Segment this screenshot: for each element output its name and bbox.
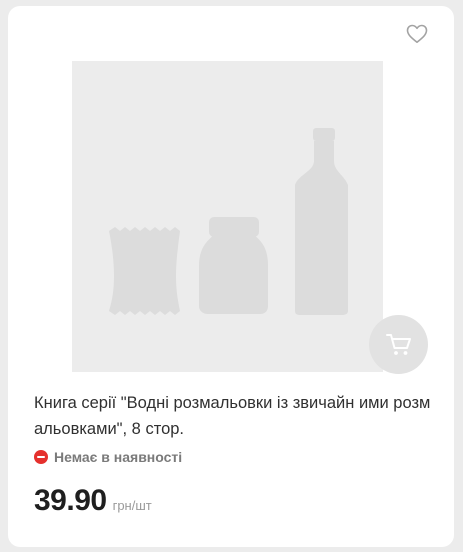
price-block: 39.90 грн/шт [34, 484, 152, 518]
heart-icon [406, 24, 428, 43]
availability-text: Немає в наявності [54, 449, 183, 465]
bottle-cap [313, 128, 335, 141]
price-value: 39.90 [34, 484, 107, 517]
shopping-cart-icon [385, 333, 411, 355]
placeholder-products-image [109, 128, 348, 315]
availability-status: Немає в наявності [34, 449, 182, 465]
product-image-placeholder[interactable] [72, 61, 383, 372]
out-of-stock-icon [34, 450, 48, 464]
bag-shape [109, 227, 180, 315]
jar-body [199, 235, 268, 314]
product-card[interactable]: Книга серії "Водні розмальовки із звичай… [8, 6, 454, 547]
price-unit: грн/шт [112, 498, 152, 513]
favorite-button[interactable] [406, 24, 428, 44]
product-title[interactable]: Книга серії "Водні розмальовки із звичай… [34, 390, 434, 442]
add-to-cart-button[interactable] [369, 315, 428, 374]
bottle-body [295, 141, 348, 315]
jar-lid [209, 217, 259, 237]
